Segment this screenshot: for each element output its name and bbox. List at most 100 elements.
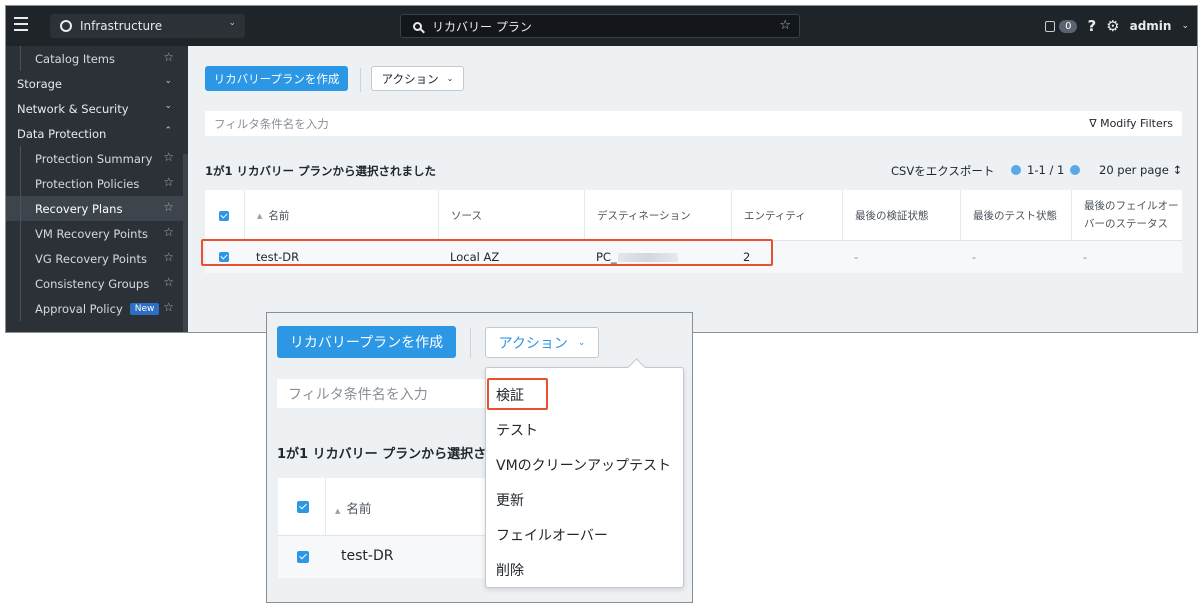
- sidebar-item-label: Protection Summary: [35, 151, 153, 166]
- actions-label: アクション: [498, 335, 568, 352]
- table-header: ▲ 名前 ソース デスティネーション エンティティ 最後の検証状態 最後のテスト状…: [205, 190, 1182, 241]
- chevron-down-icon: ⌄: [228, 18, 236, 28]
- favorite-star-icon[interactable]: ☆: [163, 275, 174, 289]
- filter-input[interactable]: フィルタ条件名を入力 ∇ Modify Filters: [205, 111, 1182, 136]
- pagination-range: 1-1 / 1: [1027, 163, 1065, 177]
- export-csv-link[interactable]: CSVをエクスポート: [891, 163, 994, 179]
- sidebar-item-consistency-groups[interactable]: Consistency Groups ☆: [6, 271, 188, 296]
- column-header-destination[interactable]: デスティネーション: [584, 190, 731, 241]
- actions-dropdown-menu: 検証 テスト VMのクリーンアップテスト 更新 フェイルオーバー 削除: [485, 367, 684, 588]
- menu-item-delete[interactable]: 削除: [486, 552, 683, 587]
- column-header-source[interactable]: ソース: [438, 190, 584, 241]
- cell-last-validation: -: [854, 250, 859, 264]
- sidebar-item-label: Storage: [17, 76, 62, 91]
- create-recovery-plan-button[interactable]: リカバリープランを作成: [205, 66, 348, 91]
- selection-summary: 1が1 リカバリー プランから選択さ: [277, 447, 487, 462]
- filter-placeholder: フィルタ条件名を入力: [214, 116, 329, 131]
- sidebar-item-approval-policy[interactable]: Approval Policy New ☆: [6, 296, 188, 321]
- sort-ascending-icon: ▲: [257, 211, 263, 220]
- modify-filters-label: Modify Filters: [1100, 117, 1173, 130]
- actions-dropdown-button[interactable]: アクション ⌄: [371, 66, 464, 91]
- sidebar: Catalog Items ☆ Storage ⌄ Network & Secu…: [6, 46, 188, 332]
- infrastructure-logo-icon: [60, 20, 72, 32]
- next-page-icon[interactable]: [1070, 165, 1081, 175]
- favorite-star-icon[interactable]: ☆: [163, 175, 174, 189]
- sidebar-item-label: Recovery Plans: [35, 201, 123, 216]
- chevron-up-icon: ⌃: [164, 126, 172, 136]
- cell-name[interactable]: test-DR: [341, 548, 393, 564]
- sidebar-section-network-security[interactable]: Network & Security ⌄: [6, 96, 188, 121]
- highlight-annotation-validate: [487, 378, 548, 410]
- favorite-star-icon[interactable]: ☆: [163, 250, 174, 264]
- recovery-plans-table: ▲ 名前 test-DR: [278, 478, 488, 578]
- column-header-entities[interactable]: エンティティ: [731, 190, 842, 241]
- sidebar-item-label: VM Recovery Points: [35, 226, 148, 241]
- main-screenshot: Infrastructure ⌄ リカバリー プラン ☆ 0 ? ⚙ admin…: [5, 5, 1198, 333]
- select-all-checkbox[interactable]: [205, 190, 244, 241]
- select-all-checkbox[interactable]: [297, 501, 309, 513]
- sidebar-item-label: Catalog Items: [35, 51, 115, 66]
- favorite-star-icon[interactable]: ☆: [163, 150, 174, 164]
- search-icon: [413, 21, 422, 31]
- table-header: ▲ 名前: [278, 478, 488, 536]
- menu-item-update[interactable]: 更新: [486, 482, 683, 517]
- sidebar-item-vm-recovery-points[interactable]: VM Recovery Points ☆: [6, 221, 188, 246]
- bookmark-star-icon[interactable]: ☆: [779, 18, 791, 33]
- menu-item-failover[interactable]: フェイルオーバー: [486, 517, 683, 552]
- column-header-last-test[interactable]: 最後のテスト状態: [960, 190, 1071, 241]
- column-header-name[interactable]: ▲ 名前: [244, 190, 438, 241]
- menu-item-vm-cleanup-test[interactable]: VMのクリーンアップテスト: [486, 447, 683, 482]
- sidebar-item-protection-summary[interactable]: Protection Summary ☆: [6, 146, 188, 171]
- per-page-select[interactable]: 20 per page ↕: [1099, 163, 1182, 177]
- column-header-name[interactable]: ▲ 名前: [335, 498, 371, 517]
- chevron-down-icon: ⌄: [446, 74, 454, 83]
- table-row[interactable]: test-DR: [278, 536, 488, 578]
- modify-filters-button[interactable]: ∇ Modify Filters: [1089, 117, 1173, 130]
- toolbar-divider: [470, 328, 471, 358]
- sidebar-item-vg-recovery-points[interactable]: VG Recovery Points ☆: [6, 246, 188, 271]
- chevron-down-icon: ⌄: [164, 76, 172, 86]
- sidebar-item-label: Protection Policies: [35, 176, 140, 191]
- user-menu[interactable]: admin: [1130, 19, 1172, 33]
- help-icon[interactable]: ?: [1087, 17, 1096, 35]
- sidebar-section-storage[interactable]: Storage ⌄: [6, 71, 188, 96]
- favorite-star-icon[interactable]: ☆: [163, 200, 174, 214]
- favorite-star-icon[interactable]: ☆: [163, 50, 174, 64]
- sidebar-item-protection-policies[interactable]: Protection Policies ☆: [6, 171, 188, 196]
- column-header-last-failover[interactable]: 最後のフェイルオーバーのステータス: [1071, 190, 1182, 241]
- zoomed-screenshot: リカバリープランを作成 アクション ⌄ フィルタ条件名を入力 1が1 リカバリー…: [266, 312, 693, 603]
- prev-page-icon[interactable]: [1011, 165, 1021, 175]
- app-switcher-label: Infrastructure: [80, 19, 163, 33]
- actions-label: アクション: [381, 71, 439, 86]
- sidebar-section-data-protection[interactable]: Data Protection ⌃: [6, 121, 188, 146]
- new-badge: New: [129, 302, 160, 315]
- global-search-value: リカバリー プラン: [432, 19, 532, 34]
- sidebar-item-label: Network & Security: [17, 101, 129, 116]
- sidebar-item-recovery-plans[interactable]: Recovery Plans ☆: [6, 196, 188, 221]
- filter-input[interactable]: フィルタ条件名を入力: [277, 379, 497, 408]
- topbar-actions: 0 ? ⚙ admin ⌄: [1045, 6, 1189, 46]
- sidebar-item-catalog-items[interactable]: Catalog Items ☆: [6, 46, 188, 71]
- actions-dropdown-button[interactable]: アクション ⌄: [485, 327, 599, 358]
- gear-icon[interactable]: ⚙: [1106, 17, 1119, 35]
- global-search-input[interactable]: リカバリー プラン ☆: [400, 14, 800, 38]
- highlight-annotation-row: [201, 239, 773, 266]
- column-header-last-validation[interactable]: 最後の検証状態: [842, 190, 960, 241]
- app-switcher[interactable]: Infrastructure ⌄: [50, 14, 245, 38]
- favorite-star-icon[interactable]: ☆: [163, 225, 174, 239]
- selection-summary: 1が1 リカバリー プランから選択されました: [205, 164, 437, 178]
- tasks-button[interactable]: 0: [1045, 19, 1078, 33]
- sort-toggle-icon: ↕: [1172, 163, 1183, 177]
- top-navigation-bar: Infrastructure ⌄ リカバリー プラン ☆ 0 ? ⚙ admin…: [6, 6, 1197, 46]
- cell-last-failover: -: [1083, 250, 1088, 264]
- create-recovery-plan-button[interactable]: リカバリープランを作成: [277, 326, 456, 358]
- main-content: リカバリープランを作成 アクション ⌄ フィルタ条件名を入力 ∇ Modify …: [188, 46, 1197, 332]
- hamburger-menu-icon[interactable]: [14, 17, 28, 33]
- toolbar-divider: [360, 68, 361, 92]
- sidebar-item-label: Consistency Groups: [35, 276, 150, 291]
- chevron-down-icon[interactable]: ⌄: [1181, 21, 1189, 31]
- menu-item-test[interactable]: テスト: [486, 412, 683, 447]
- favorite-star-icon[interactable]: ☆: [163, 300, 174, 314]
- cell-last-test: -: [972, 250, 977, 264]
- row-checkbox[interactable]: [297, 551, 309, 563]
